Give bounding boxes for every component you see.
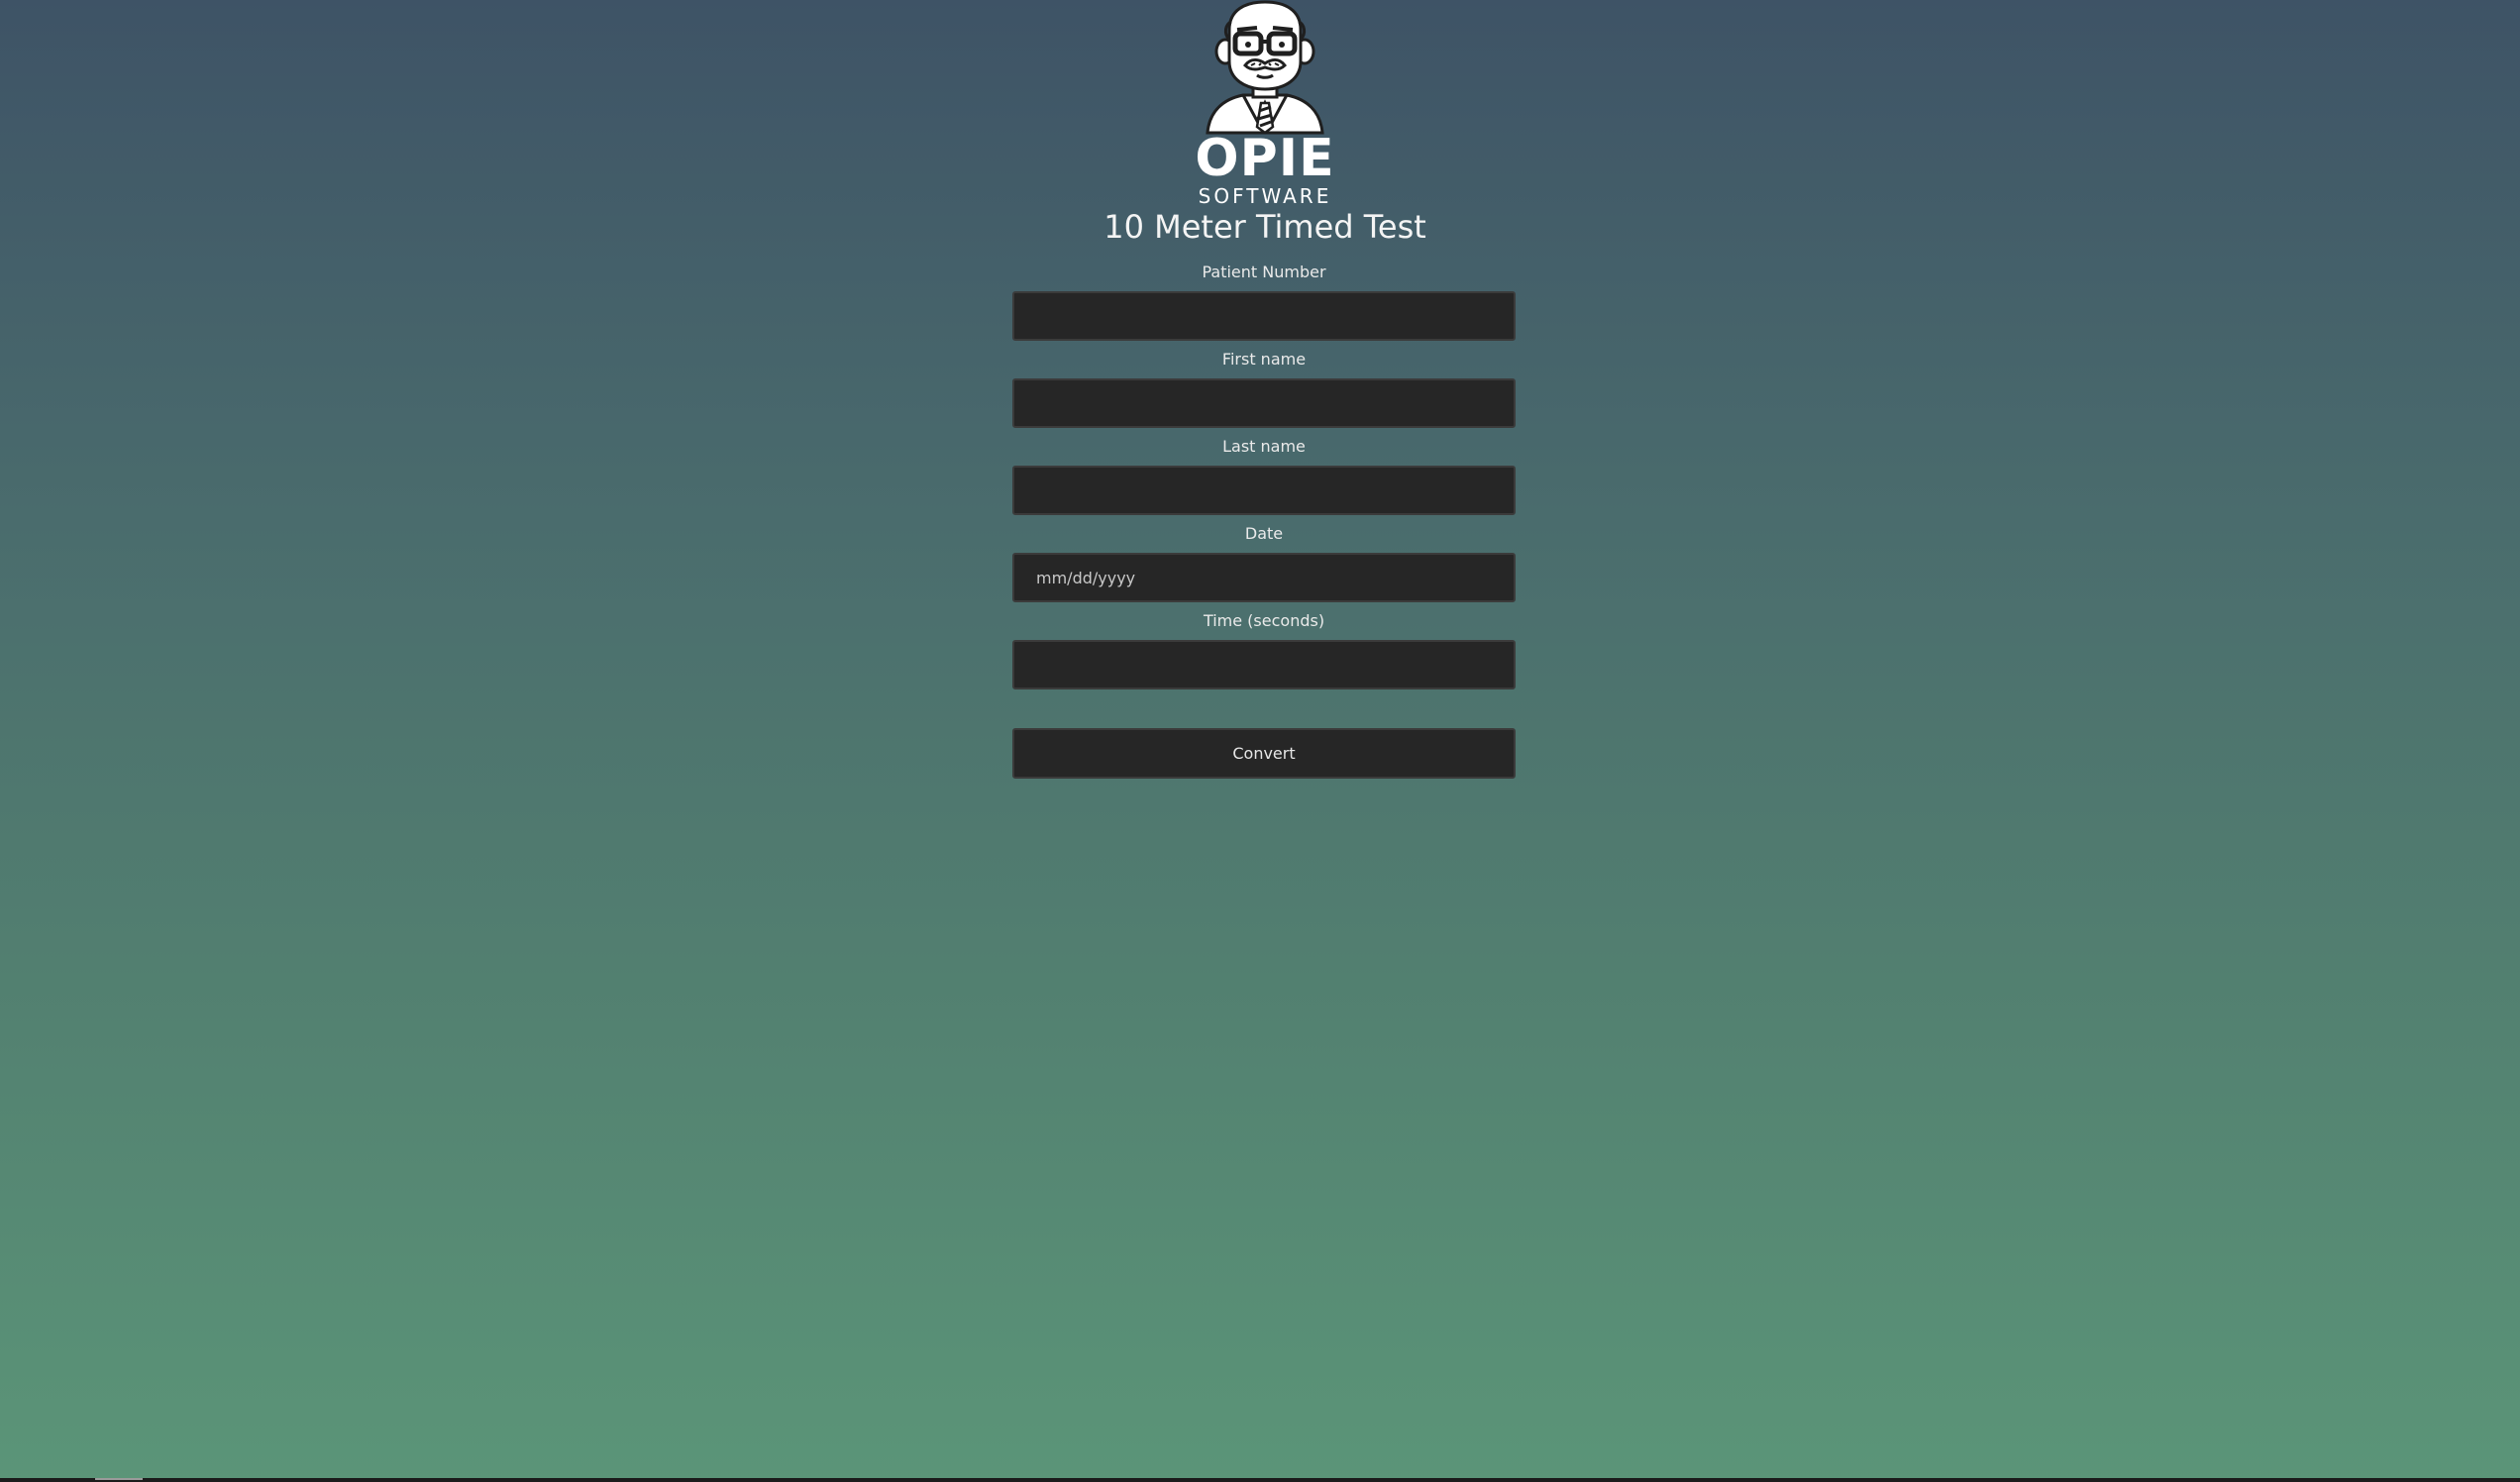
date-input[interactable] xyxy=(1012,553,1516,602)
test-form: Patient Number First name Last name Date… xyxy=(1012,262,1516,697)
patient-number-input[interactable] xyxy=(1012,291,1516,341)
time-seconds-field-group: Time (seconds) xyxy=(1012,610,1516,697)
first-name-field-group: First name xyxy=(1012,349,1516,436)
page-root: OPIE SOFTWARE 10 Meter Timed Test Patien… xyxy=(0,0,2520,1482)
last-name-field-group: Last name xyxy=(1012,436,1516,523)
convert-button[interactable]: Convert xyxy=(1012,728,1516,779)
first-name-label: First name xyxy=(1221,350,1307,369)
time-seconds-input[interactable] xyxy=(1012,640,1516,689)
page-title: 10 Meter Timed Test xyxy=(1103,208,1426,246)
patient-number-field-group: Patient Number xyxy=(1012,262,1516,349)
first-name-input[interactable] xyxy=(1012,378,1516,428)
brand-name: OPIE xyxy=(1195,129,1335,188)
date-field-group: Date xyxy=(1012,523,1516,610)
last-name-label: Last name xyxy=(1222,437,1306,456)
brand-sub: SOFTWARE xyxy=(1198,184,1332,208)
patient-number-label: Patient Number xyxy=(1202,263,1326,281)
date-label: Date xyxy=(1244,524,1284,543)
bottom-edge-divider xyxy=(0,1478,2520,1482)
last-name-input[interactable] xyxy=(1012,466,1516,515)
brand-wordmark: OPIE SOFTWARE xyxy=(1166,133,1364,206)
bottom-edge-marker xyxy=(95,1478,143,1480)
time-seconds-label: Time (seconds) xyxy=(1203,611,1325,630)
